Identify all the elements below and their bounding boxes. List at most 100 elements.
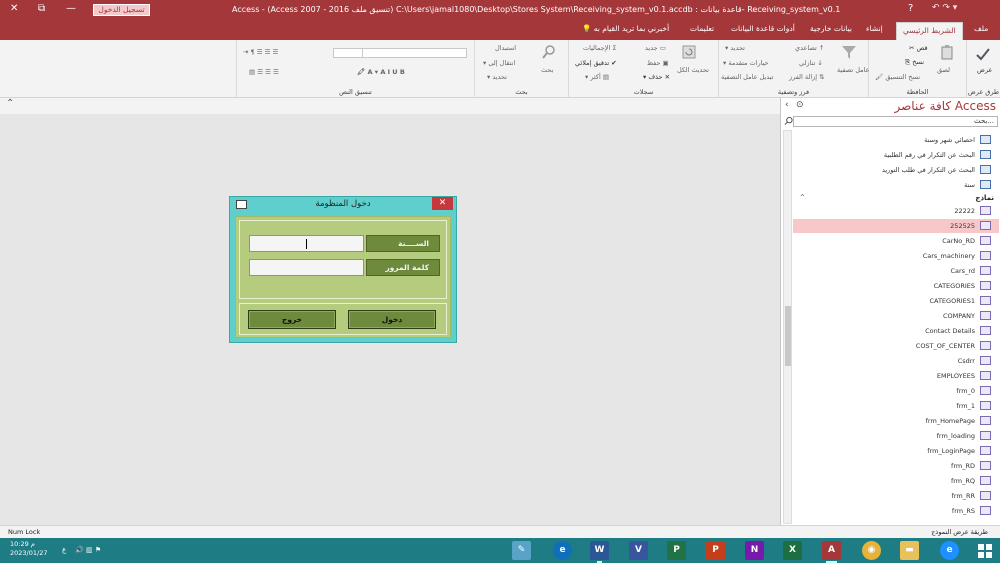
visio-app-icon[interactable]: V bbox=[629, 541, 648, 560]
nav-item-form[interactable]: frm_loading bbox=[793, 429, 999, 443]
edge-app-icon[interactable]: e bbox=[553, 541, 572, 560]
powerpoint-app-icon[interactable]: P bbox=[706, 541, 725, 560]
more-button[interactable]: ▾ أكثر ▤ bbox=[585, 73, 609, 81]
nav-item-query[interactable]: البحث عن التكرار في رقم الطلبية bbox=[793, 148, 999, 162]
select-button[interactable]: ▾ تحديد bbox=[487, 73, 507, 81]
start-button[interactable] bbox=[975, 541, 994, 560]
nav-item-form[interactable]: frm_RS bbox=[793, 504, 999, 518]
sort-descending-button[interactable]: تنازلي ↓ bbox=[799, 59, 823, 67]
nav-section-forms[interactable]: نماذج bbox=[975, 194, 994, 202]
tab-database-tools[interactable]: أدوات قاعدة البيانات bbox=[731, 24, 795, 33]
collapse-ribbon-icon[interactable]: ⌃ bbox=[6, 98, 14, 109]
refresh-all-button[interactable]: تحديث الكل bbox=[677, 66, 709, 74]
font-style-buttons[interactable]: 🖍 A ▾ A I U B bbox=[357, 68, 405, 76]
selection-button[interactable]: ▾ تحديد bbox=[725, 44, 745, 52]
font-size-box[interactable] bbox=[333, 48, 363, 58]
sort-ascending-button[interactable]: تصاعدي ↑ bbox=[795, 44, 824, 52]
view-button[interactable]: عرض bbox=[977, 66, 992, 74]
copy-button[interactable]: ⎘ نسخ bbox=[905, 58, 924, 67]
taskbar-clock[interactable]: 10:29 م 2023/01/27 bbox=[10, 540, 47, 558]
align-buttons[interactable]: ▤ ☰ ☰ ☰ bbox=[249, 68, 279, 76]
cut-button[interactable]: ✂ قص bbox=[909, 44, 928, 52]
year-input[interactable] bbox=[249, 235, 364, 252]
tab-home[interactable]: الشريط الرئيسي bbox=[896, 22, 963, 40]
nav-item-form[interactable]: Cars_rd bbox=[793, 264, 999, 278]
project-app-icon[interactable]: P bbox=[667, 541, 686, 560]
chrome-app-icon[interactable]: ◉ bbox=[862, 541, 881, 560]
totals-button[interactable]: الإجماليات Σ bbox=[583, 44, 617, 52]
nav-item-form[interactable]: CATEGORIES1 bbox=[793, 294, 999, 308]
password-input[interactable] bbox=[249, 259, 364, 276]
delete-record-button[interactable]: ▾ حذف ✕ bbox=[643, 73, 670, 81]
nav-search-input[interactable]: بحث... bbox=[793, 116, 998, 127]
nav-item-form[interactable]: EMPLOYEES bbox=[793, 369, 999, 383]
filter-button[interactable]: عامل تصفية bbox=[837, 66, 870, 74]
nav-scrollbar[interactable] bbox=[783, 130, 792, 524]
tab-file[interactable]: ملف bbox=[974, 24, 988, 33]
sign-in-button[interactable]: تسجيل الدخول bbox=[93, 4, 150, 16]
language-indicator: ع bbox=[62, 546, 67, 554]
new-record-button[interactable]: جديد ▭ bbox=[645, 44, 666, 52]
form-icon bbox=[980, 401, 991, 410]
nav-menu-chevron-icon[interactable]: ⊙ bbox=[796, 100, 804, 110]
nav-item-form[interactable]: COST_OF_CENTER bbox=[793, 339, 999, 353]
paint-app-icon[interactable]: ✎ bbox=[512, 541, 531, 560]
onenote-app-icon[interactable]: N bbox=[745, 541, 764, 560]
nav-collapse-icon[interactable]: ‹ bbox=[785, 100, 789, 110]
exit-button[interactable]: خروج bbox=[248, 310, 336, 329]
nav-item-form[interactable]: 22222 bbox=[793, 204, 999, 218]
find-button[interactable]: بحث bbox=[541, 66, 553, 74]
tell-me-search[interactable]: 💡 أخبرني بما تريد القيام به bbox=[582, 24, 669, 33]
quick-access-toolbar[interactable]: ↶ ↷ ▾ bbox=[932, 3, 957, 13]
minimize-icon[interactable]: — bbox=[66, 3, 76, 14]
remove-sort-button[interactable]: إزالة الفرز ⇅ bbox=[789, 73, 825, 81]
nav-item-query[interactable]: سنة bbox=[793, 178, 999, 192]
nav-item-form[interactable]: frm_RQ bbox=[793, 474, 999, 488]
nav-item-query[interactable]: احصائي شهر وسنة bbox=[793, 133, 999, 147]
nav-item-form[interactable]: frm_HomePage bbox=[793, 414, 999, 428]
excel-app-icon[interactable]: X bbox=[783, 541, 802, 560]
paragraph-buttons[interactable]: ⇥ ¶ ☰ ☰ ☰ bbox=[243, 48, 278, 56]
help-icon[interactable]: ? bbox=[908, 3, 913, 14]
section-collapse-icon[interactable]: ⌃ bbox=[799, 193, 806, 202]
internet-explorer-icon[interactable]: e bbox=[940, 541, 959, 560]
save-record-button[interactable]: حفظ ▣ bbox=[647, 59, 669, 67]
form-icon bbox=[980, 221, 991, 230]
nav-item-form[interactable]: frm_0 bbox=[793, 384, 999, 398]
nav-item-query[interactable]: البحث عن التكرار في طلب التوريد bbox=[793, 163, 999, 177]
nav-scrollbar-thumb[interactable] bbox=[785, 306, 791, 366]
tab-create[interactable]: إنشاء bbox=[866, 24, 883, 33]
goto-button[interactable]: ▾ انتقال إلى bbox=[483, 59, 515, 67]
word-app-icon[interactable]: W bbox=[590, 541, 609, 563]
file-explorer-icon[interactable]: ▬ bbox=[900, 541, 919, 560]
group-label-clipboard: الحافظة bbox=[906, 88, 929, 96]
paste-button[interactable]: لصق bbox=[937, 66, 950, 74]
nav-item-form[interactable]: Contact Details bbox=[793, 324, 999, 338]
nav-item-form[interactable]: frm_RD bbox=[793, 459, 999, 473]
spelling-button[interactable]: تدقيق إملائي ✔ bbox=[575, 59, 617, 67]
toggle-filter-button[interactable]: تبديل عامل التصفية bbox=[721, 73, 773, 81]
close-icon[interactable]: ✕ bbox=[10, 3, 18, 14]
volume-icon[interactable]: 🔊 bbox=[75, 546, 84, 554]
access-app-icon[interactable]: A bbox=[822, 541, 841, 563]
dialog-close-button[interactable]: ✕ bbox=[432, 197, 453, 210]
nav-item-form[interactable]: CATEGORIES bbox=[793, 279, 999, 293]
restore-icon[interactable]: ⧉ bbox=[38, 3, 45, 14]
login-button[interactable]: دخول bbox=[348, 310, 436, 329]
network-icon[interactable]: ▥ bbox=[86, 546, 93, 554]
nav-item-form[interactable]: frm_RR bbox=[793, 489, 999, 503]
nav-item-form[interactable]: Csdrr bbox=[793, 354, 999, 368]
tab-help[interactable]: تعليمات bbox=[690, 24, 714, 33]
nav-item-form[interactable]: COMPANY bbox=[793, 309, 999, 323]
nav-item-form[interactable]: frm_LoginPage bbox=[793, 444, 999, 458]
flag-icon[interactable]: ⚑ bbox=[95, 546, 101, 554]
nav-item-form-selected[interactable]: 252525 bbox=[793, 219, 999, 233]
system-tray[interactable]: ع 🔊 ▥ ⚑ bbox=[62, 546, 101, 554]
nav-item-form[interactable]: CarNo_RD bbox=[793, 234, 999, 248]
nav-item-form[interactable]: frm_1 bbox=[793, 399, 999, 413]
format-painter-button[interactable]: 🖌 نسخ التنسيق bbox=[875, 73, 920, 81]
replace-button[interactable]: استبدال bbox=[495, 44, 516, 52]
advanced-filter-button[interactable]: ▾ خيارات متقدمة bbox=[723, 59, 769, 67]
nav-item-form[interactable]: Cars_machinery bbox=[793, 249, 999, 263]
tab-external-data[interactable]: بيانات خارجية bbox=[810, 24, 852, 33]
